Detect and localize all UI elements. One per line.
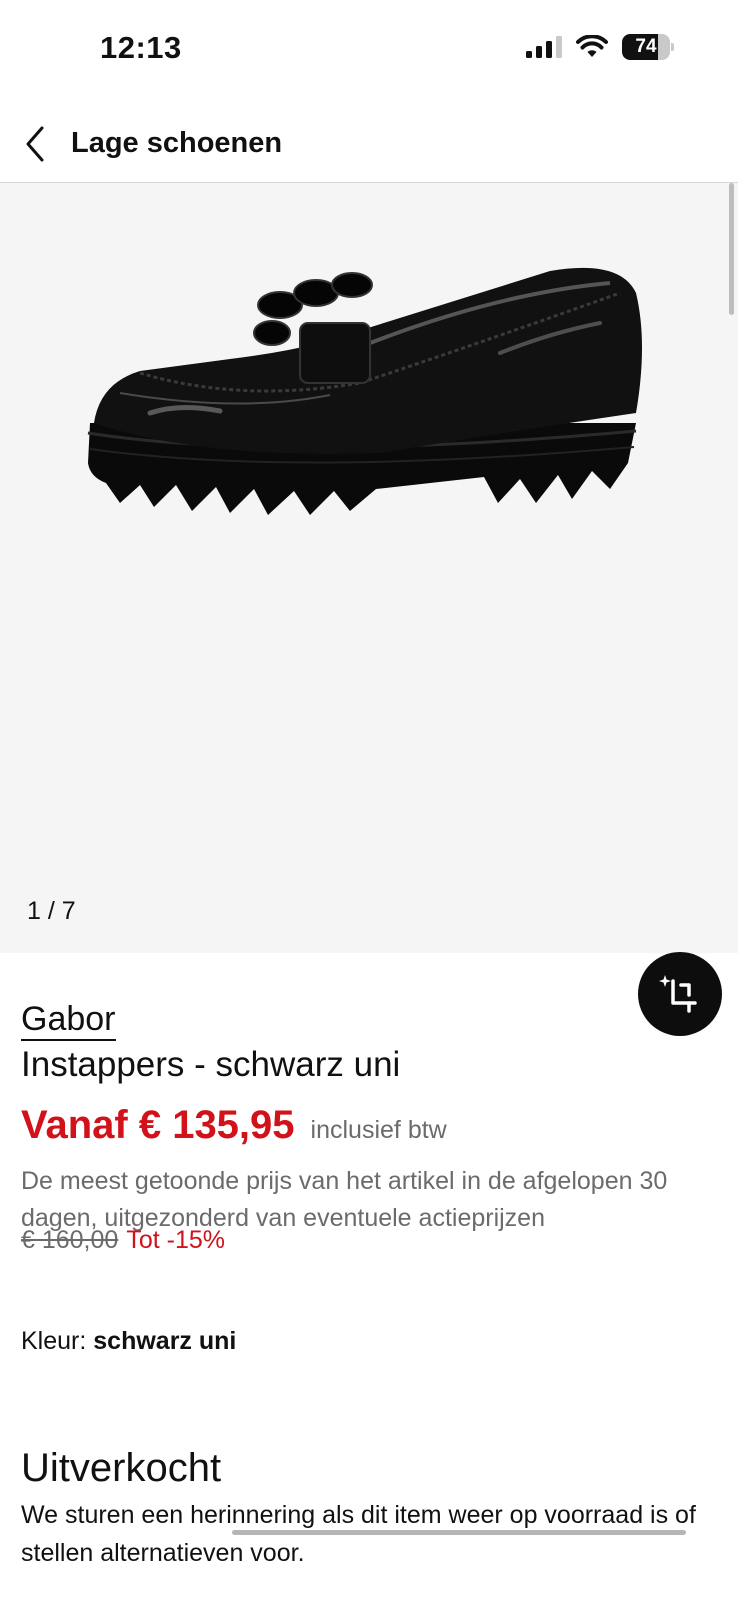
cellular-signal-icon bbox=[526, 36, 562, 58]
status-time: 12:13 bbox=[100, 30, 182, 65]
battery-level: 74 bbox=[635, 36, 657, 57]
ai-crop-icon bbox=[659, 975, 697, 1013]
nav-bar: Lage schoenen bbox=[0, 100, 738, 183]
wifi-icon bbox=[576, 35, 608, 57]
price-row: Vanaf € 135,95 inclusief btw bbox=[21, 1103, 447, 1148]
gallery-scrollbar[interactable] bbox=[729, 183, 734, 315]
color-label: Kleur: bbox=[21, 1327, 87, 1355]
product-name: Instappers - schwarz uni bbox=[21, 1045, 401, 1084]
status-bar: 12:13 74 bbox=[0, 0, 738, 100]
brand-link[interactable]: Gabor bbox=[21, 1000, 116, 1041]
sold-out-heading: Uitverkocht bbox=[21, 1446, 222, 1490]
ai-crop-button[interactable] bbox=[638, 952, 722, 1036]
discount-label: Tot -15% bbox=[126, 1226, 225, 1254]
old-price: € 160,00 bbox=[21, 1226, 119, 1254]
old-price-row: € 160,00 Tot -15% bbox=[21, 1226, 225, 1255]
battery-icon: 74 bbox=[622, 34, 674, 60]
home-indicator[interactable] bbox=[232, 1530, 686, 1535]
vat-label: inclusief btw bbox=[310, 1116, 447, 1144]
color-value: schwarz uni bbox=[93, 1327, 237, 1355]
product-image bbox=[87, 267, 642, 515]
back-button[interactable] bbox=[18, 124, 52, 164]
status-icons: 74 bbox=[526, 34, 674, 60]
page-title: Lage schoenen bbox=[71, 127, 283, 159]
gallery-page-indicator: 1 / 7 bbox=[27, 897, 76, 925]
chevron-left-icon bbox=[26, 126, 44, 162]
color-row: Kleur: schwarz uni bbox=[21, 1327, 236, 1356]
current-price: Vanaf € 135,95 bbox=[21, 1103, 295, 1147]
product-image-gallery[interactable]: 1 / 7 bbox=[0, 183, 738, 953]
